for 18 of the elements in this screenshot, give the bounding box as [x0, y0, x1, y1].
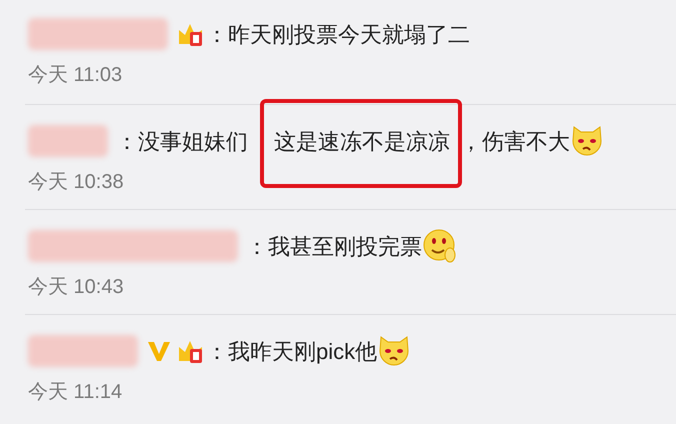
highlighted-comment-text: 这是速冻不是凉凉: [274, 128, 450, 154]
comment-time: 今天 11:03: [28, 63, 122, 88]
comment-text: ：昨天刚投票今天就塌了二: [206, 20, 470, 48]
comment-text: ：没事姐妹们: [116, 128, 248, 156]
cat-emoji-icon: [377, 334, 412, 368]
cat-emoji-icon: [570, 124, 604, 158]
comment-time: 今天 11:14: [28, 380, 122, 405]
comment-time: 今天 10:43: [28, 275, 124, 300]
blurred-username[interactable]: [28, 230, 238, 262]
blurred-username[interactable]: [28, 18, 168, 50]
comment-time: 今天 10:38: [28, 170, 124, 195]
blurred-username[interactable]: [28, 335, 138, 367]
comment-text: ，伤害不大: [460, 128, 570, 156]
comment-text: ：我甚至刚投完票: [246, 232, 422, 260]
vip-icon: [146, 339, 172, 363]
smile-emoji-icon: [422, 228, 458, 264]
comment-text: ：我昨天刚pick他: [206, 338, 378, 366]
blurred-username[interactable]: [28, 125, 108, 157]
